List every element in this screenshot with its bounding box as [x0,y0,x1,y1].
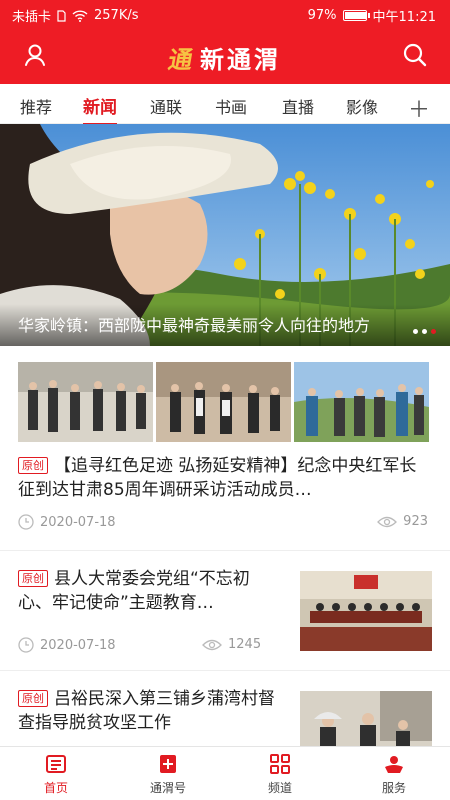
hero-title[interactable]: 华家岭镇：西部陇中最神奇最美丽令人向往的地方 [18,312,410,336]
clock: 中午11:21 [372,10,436,25]
nav-label: 服务 [381,781,406,795]
clock-icon [18,637,34,653]
bottom-nav: 首页 通渭号 频道 服务 [0,746,450,800]
view-count: 1245 [228,637,262,652]
nav-channel[interactable]: 频道 [240,753,320,796]
original-tag: 原创 [18,690,48,707]
tab-tonglian[interactable]: 通联 [150,94,182,118]
app-logo: 通新通渭 [0,40,450,75]
nav-home[interactable]: 首页 [16,753,96,796]
nav-label: 通渭号 [149,781,186,795]
sim-icon [57,9,66,22]
article-title: 吕裕民深入第三铺乡蒲湾村督查指导脱贫攻坚工作 [18,689,275,733]
tab-recommend[interactable]: 推荐 [20,94,52,118]
hero-banner[interactable]: 华家岭镇：西部陇中最神奇最美丽令人向往的地方 [0,124,450,346]
app-root: 未插卡 257K/s 97% 中午11:21 通新通渭 推荐 新闻 通联 书画 … [0,0,450,800]
search-icon[interactable] [400,40,430,70]
article-title: 【追寻红色足迹 弘扬延安精神】纪念中央红军长征到达甘肃85周年调研采访活动成员… [18,456,417,500]
wifi-icon [72,9,88,22]
eye-icon [377,516,398,527]
article-item[interactable]: 原创 【追寻红色足迹 弘扬延安精神】纪念中央红军长征到达甘肃85周年调研采访活动成… [0,346,450,551]
article-thumbnail [300,571,432,651]
category-tabs: 推荐 新闻 通联 书画 直播 影像 ＋ [0,84,450,126]
nav-label: 首页 [43,781,68,795]
grid-icon [270,754,290,774]
tab-live[interactable]: 直播 [282,94,314,118]
view-count: 923 [403,514,428,529]
app-bar: 通新通渭 [0,28,450,84]
article-image [294,362,429,442]
article-image [156,362,291,442]
status-bar: 未插卡 257K/s 97% 中午11:21 [0,0,450,28]
article-thumbnail [300,691,432,746]
clock-icon [18,514,34,530]
logo-mark: 通 [166,45,199,74]
article-item[interactable]: 原创 吕裕民深入第三铺乡蒲湾村督查指导脱贫攻坚工作 [0,671,450,746]
news-icon [46,755,66,773]
add-tab-icon[interactable]: ＋ [408,92,430,124]
nav-label: 频道 [267,781,292,795]
logo-text: 新通渭 [200,45,281,74]
article-date: 2020-07-18 [40,514,116,530]
carousel-dots [413,329,436,334]
original-tag: 原创 [18,457,48,474]
nav-tongwei-hao[interactable]: 通渭号 [128,753,208,796]
service-icon [385,756,403,773]
plus-square-icon [160,755,176,773]
article-image [18,362,153,442]
tab-news[interactable]: 新闻 [83,93,117,126]
article-title: 县人大常委会党组“不忘初心、牢记使命”主题教育… [18,569,250,613]
network-speed: 257K/s [94,8,139,23]
tab-painting[interactable]: 书画 [215,94,247,118]
battery-percent: 97% [307,8,337,23]
top-header: 未插卡 257K/s 97% 中午11:21 通新通渭 [0,0,450,84]
original-tag: 原创 [18,570,48,587]
article-date: 2020-07-18 [40,637,116,653]
battery-icon [342,10,370,21]
nav-service[interactable]: 服务 [354,753,434,796]
article-item[interactable]: 原创 县人大常委会党组“不忘初心、牢记使命”主题教育… 2020-07-18 12… [0,551,450,671]
news-feed: 原创 【追寻红色足迹 弘扬延安精神】纪念中央红军长征到达甘肃85周年调研采访活动成… [0,346,450,746]
carrier-text: 未插卡 [12,10,52,25]
eye-icon [202,639,222,650]
tab-images[interactable]: 影像 [346,94,378,118]
